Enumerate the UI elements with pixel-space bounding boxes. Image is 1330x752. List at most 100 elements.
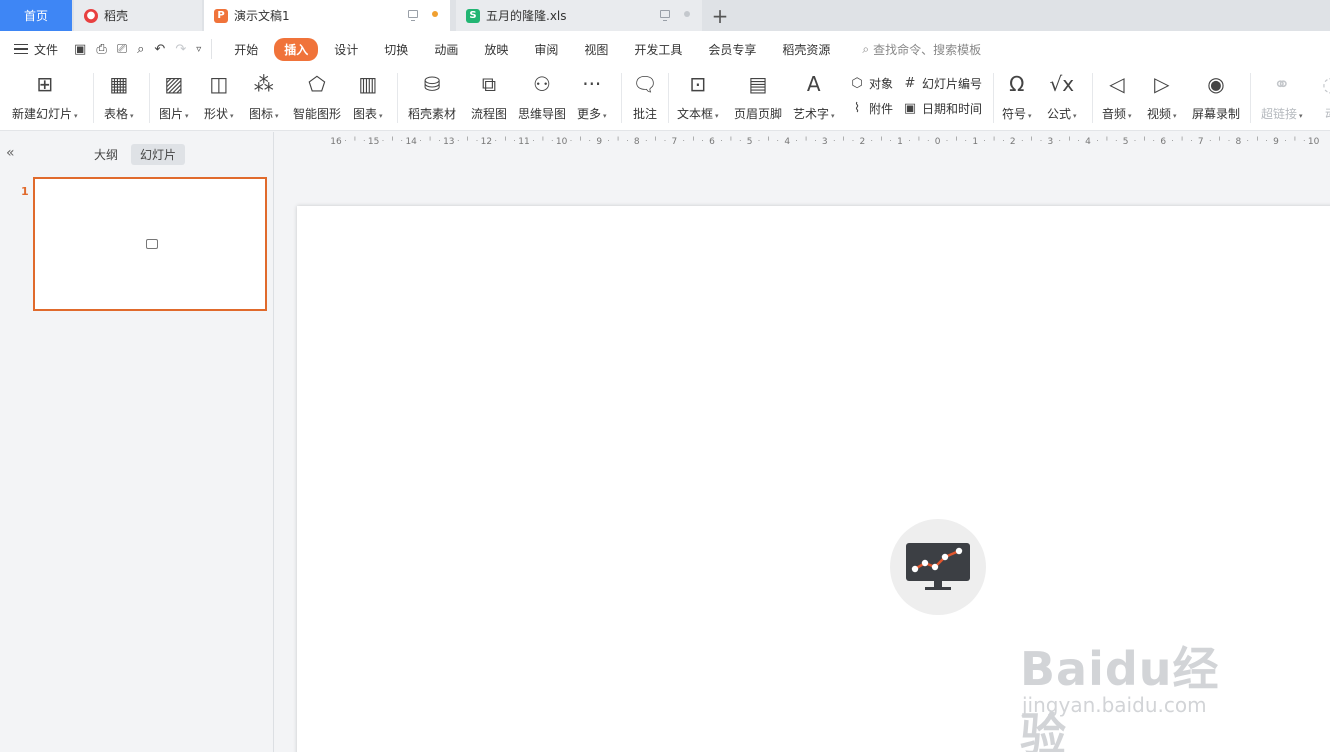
ruler-minor-tick: ·: [701, 137, 704, 145]
paperclip-icon: ⌇: [853, 101, 861, 116]
dropdown-caret-icon: ▾: [379, 112, 383, 120]
comment-button[interactable]: 🗨 批注: [632, 71, 658, 122]
menu-tab-review[interactable]: 审阅: [524, 38, 568, 61]
formula-button[interactable]: √x 公式 ▾: [1047, 71, 1077, 122]
ruler-tick-label: 1: [897, 137, 903, 147]
ruler-minor-tick: ╵: [803, 137, 809, 145]
ruler-tick-label: 11: [518, 137, 530, 147]
mindmap-button[interactable]: ⚇ 思维导图: [518, 71, 566, 122]
ruler-minor-tick: ·: [1190, 137, 1193, 145]
flowchart-label: 流程图: [471, 107, 508, 121]
shape-button[interactable]: ◫ 形状 ▾: [204, 71, 234, 122]
menu-tab-design[interactable]: 设计: [324, 38, 368, 61]
ruler-minor-tick: ·: [551, 137, 554, 145]
ruler-minor-tick: ·: [908, 137, 911, 145]
unsaved-dot-icon[interactable]: [432, 11, 438, 17]
formula-label: 公式: [1047, 107, 1072, 121]
symbol-button[interactable]: Ω 符号 ▾: [1002, 71, 1032, 122]
action-button[interactable]: ◌ 动: [1318, 71, 1330, 122]
tab-spreadsheet[interactable]: S 五月的隆隆.xls: [456, 0, 702, 31]
print-preview-icon[interactable]: ⌕: [137, 42, 144, 57]
tab-daoke[interactable]: ● 稻壳: [74, 0, 202, 31]
smartart-button[interactable]: ⬠ 智能图形: [293, 71, 341, 122]
ruler-minor-tick: ·: [1284, 137, 1287, 145]
menu-tab-transition[interactable]: 切换: [374, 38, 418, 61]
ruler-minor-tick: ╵: [1292, 137, 1297, 145]
ruler-minor-tick: ·: [381, 137, 385, 145]
ruler-tick-label: 15: [367, 137, 380, 147]
header-footer-button[interactable]: ▤ 页眉页脚: [734, 71, 782, 122]
menu-tab-home[interactable]: 开始: [224, 38, 268, 61]
wordart-button[interactable]: A 艺术字 ▾: [793, 71, 835, 122]
dropdown-caret-icon: ▾: [1028, 112, 1032, 120]
dropdown-caret-icon: ▾: [74, 112, 78, 120]
ruler-minor-tick: ·: [513, 137, 516, 145]
file-menu-button[interactable]: 文件: [14, 41, 58, 58]
menu-tab-developer[interactable]: 开发工具: [624, 38, 692, 61]
slide-thumbnail[interactable]: [33, 177, 267, 311]
flowchart-button[interactable]: ⧉ 流程图: [471, 71, 507, 122]
slide-number-button[interactable]: # 幻灯片编号: [902, 75, 982, 92]
watermark-sub-text: jingyan.baidu.com: [1022, 693, 1207, 717]
link-icon: ⚭: [1273, 72, 1291, 96]
icon-button[interactable]: ⁂ 图标 ▾: [249, 71, 279, 122]
undo-icon[interactable]: ↶: [154, 42, 165, 57]
picture-button[interactable]: ▨ 图片 ▾: [159, 71, 189, 122]
menu-tab-daoke-resources[interactable]: 稻壳资源: [772, 38, 840, 61]
new-slide-button[interactable]: ⊞ 新建幻灯片 ▾: [12, 71, 78, 122]
tab-presentation[interactable]: P 演示文稿1: [204, 0, 450, 31]
new-tab-button[interactable]: +: [702, 0, 738, 31]
ribbon-divider: [1250, 73, 1251, 123]
table-button[interactable]: ▦ 表格 ▾: [104, 71, 134, 122]
tab-outline[interactable]: 大纲: [85, 144, 127, 165]
comment-icon: 🗨: [632, 72, 658, 96]
print-icon[interactable]: ⎚: [117, 42, 127, 57]
slide-panel: « 大纲 幻灯片 1: [0, 132, 274, 752]
window-monitor-icon[interactable]: [408, 10, 418, 21]
command-search[interactable]: ⌕ 查找命令、搜索模板: [862, 41, 981, 58]
hash-icon: #: [904, 76, 916, 91]
ruler-minor-tick: ╵: [766, 137, 771, 145]
object-button[interactable]: ⬡ 对象: [849, 75, 893, 92]
customize-dropdown-icon[interactable]: ▿: [196, 44, 201, 55]
dropdown-caret-icon: ▾: [1073, 112, 1077, 120]
ruler-tick-label: 10: [555, 137, 568, 147]
collapse-panel-icon[interactable]: «: [6, 145, 15, 161]
hyperlink-button[interactable]: ⚭ 超链接 ▾: [1261, 71, 1303, 122]
chart-button[interactable]: ▥ 图表 ▾: [353, 71, 383, 122]
speaker-icon: ◁: [1109, 72, 1125, 96]
tab-home[interactable]: 首页: [0, 0, 72, 31]
ruler-minor-tick: ╵: [653, 137, 658, 145]
ruler-minor-tick: ·: [1227, 137, 1231, 145]
redo-icon[interactable]: ↷: [175, 42, 186, 57]
export-pdf-icon[interactable]: ⎙: [96, 42, 106, 57]
ruler-tick-label: 13: [443, 137, 455, 147]
audio-button[interactable]: ◁ 音频 ▾: [1102, 71, 1132, 122]
menu-tab-slideshow[interactable]: 放映: [474, 38, 518, 61]
video-button[interactable]: ▷ 视频 ▾: [1147, 71, 1177, 122]
header-footer-label: 页眉页脚: [734, 107, 783, 121]
date-time-button[interactable]: ▣ 日期和时间: [902, 100, 982, 117]
textbox-button[interactable]: ⊡ 文本框 ▾: [677, 71, 719, 122]
screen-record-button[interactable]: ◉ 屏幕录制: [1192, 71, 1240, 122]
close-dot-icon[interactable]: [684, 11, 690, 17]
save-icon[interactable]: ▣: [74, 42, 86, 57]
ruler-minor-tick: ╵: [1104, 137, 1109, 145]
ruler-tick-label: 3: [821, 137, 828, 147]
attachment-button[interactable]: ⌇ 附件: [849, 100, 893, 117]
dropdown-caret-icon: ▾: [130, 112, 134, 120]
daoke-material-button[interactable]: ⛁ 稻壳素材: [408, 71, 456, 122]
more-button[interactable]: ··· 更多 ▾: [577, 71, 607, 122]
menu-tab-view[interactable]: 视图: [574, 38, 618, 61]
ruler-minor-tick: ╵: [991, 137, 997, 145]
tab-slides[interactable]: 幻灯片: [131, 144, 186, 165]
menu-tab-animation[interactable]: 动画: [424, 38, 468, 61]
chart-label: 图表: [353, 107, 378, 121]
chart-placeholder[interactable]: [890, 519, 986, 615]
menu-tab-insert[interactable]: 插入: [274, 37, 319, 61]
menu-tab-member[interactable]: 会员专享: [698, 38, 766, 61]
video-label: 视频: [1147, 107, 1172, 121]
hamburger-icon: [14, 44, 28, 54]
ruler-minor-tick: ·: [626, 137, 629, 145]
window-monitor-icon[interactable]: [660, 10, 670, 21]
